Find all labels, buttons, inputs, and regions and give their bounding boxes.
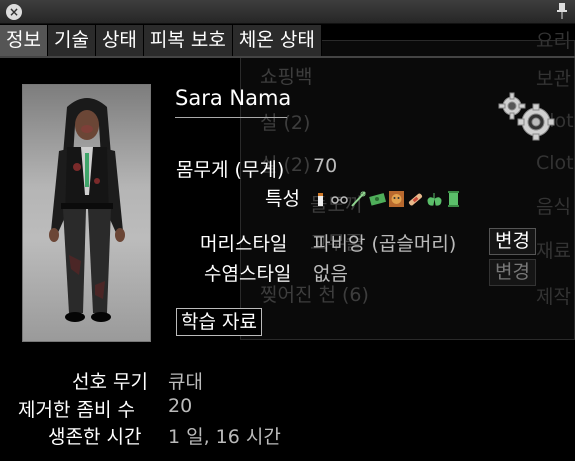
beard-value: 없음	[313, 263, 348, 285]
favorite-weapon-value: 큐대	[168, 371, 203, 393]
eyeglasses-icon[interactable]	[331, 190, 348, 208]
bg-category: 보관	[536, 68, 571, 90]
favorite-weapon-label: 선호 무기	[72, 371, 148, 393]
tab-info[interactable]: 정보	[0, 25, 48, 56]
tab-health[interactable]: 상태	[95, 25, 144, 56]
tab-skills[interactable]: 기술	[47, 25, 96, 56]
traits-list	[312, 188, 462, 210]
zombies-killed-value: 20	[168, 395, 193, 417]
lion-icon[interactable]	[388, 190, 405, 208]
scroll-icon[interactable]	[445, 190, 462, 208]
survived-time-value: 1 일, 16 시간	[168, 426, 281, 448]
bg-category: 재료	[536, 240, 571, 262]
bg-item: 실 (2)	[260, 112, 311, 134]
lungs-icon[interactable]	[426, 190, 443, 208]
character-name: Sara Nama	[175, 86, 292, 110]
hairstyle-change-button[interactable]: 변경	[489, 228, 536, 255]
weight-label: 몸무게 (무게)	[176, 159, 285, 181]
bandage-icon[interactable]	[407, 190, 424, 208]
settings-gear-icon[interactable]	[498, 92, 558, 142]
zombies-killed-label: 제거한 좀비 수	[18, 399, 135, 421]
pin-icon[interactable]	[555, 3, 569, 20]
hairstyle-label: 머리스타일	[200, 233, 288, 255]
character-avatar	[22, 84, 151, 342]
weight-value: 70	[313, 155, 338, 177]
bg-category: 요리	[536, 30, 571, 52]
needle-icon[interactable]	[350, 190, 367, 208]
tab-temperature[interactable]: 체온 상태	[232, 25, 322, 56]
traits-label: 특성	[265, 188, 300, 210]
name-underline	[175, 117, 287, 118]
study-materials-button[interactable]: 학습 자료	[176, 308, 262, 336]
bg-category: 음식	[536, 196, 571, 218]
tab-bar: 정보 기술 상태 피복 보호 체온 상태	[0, 25, 322, 56]
cigarette-icon[interactable]	[312, 190, 329, 208]
survived-time-label: 생존한 시간	[48, 426, 142, 448]
money-icon[interactable]	[369, 190, 387, 208]
bg-category: Clot	[536, 152, 574, 174]
close-icon[interactable]: ×	[6, 4, 22, 20]
tab-protection[interactable]: 피복 보호	[143, 25, 233, 56]
bg-category: 제작	[536, 286, 571, 308]
tab-divider	[0, 56, 575, 58]
hairstyle-value: 파비앙 (곱슬머리)	[313, 233, 457, 255]
beard-change-button[interactable]: 변경	[489, 259, 536, 286]
beard-label: 수염스타일	[204, 263, 292, 285]
window-titlebar[interactable]: ×	[0, 0, 575, 24]
